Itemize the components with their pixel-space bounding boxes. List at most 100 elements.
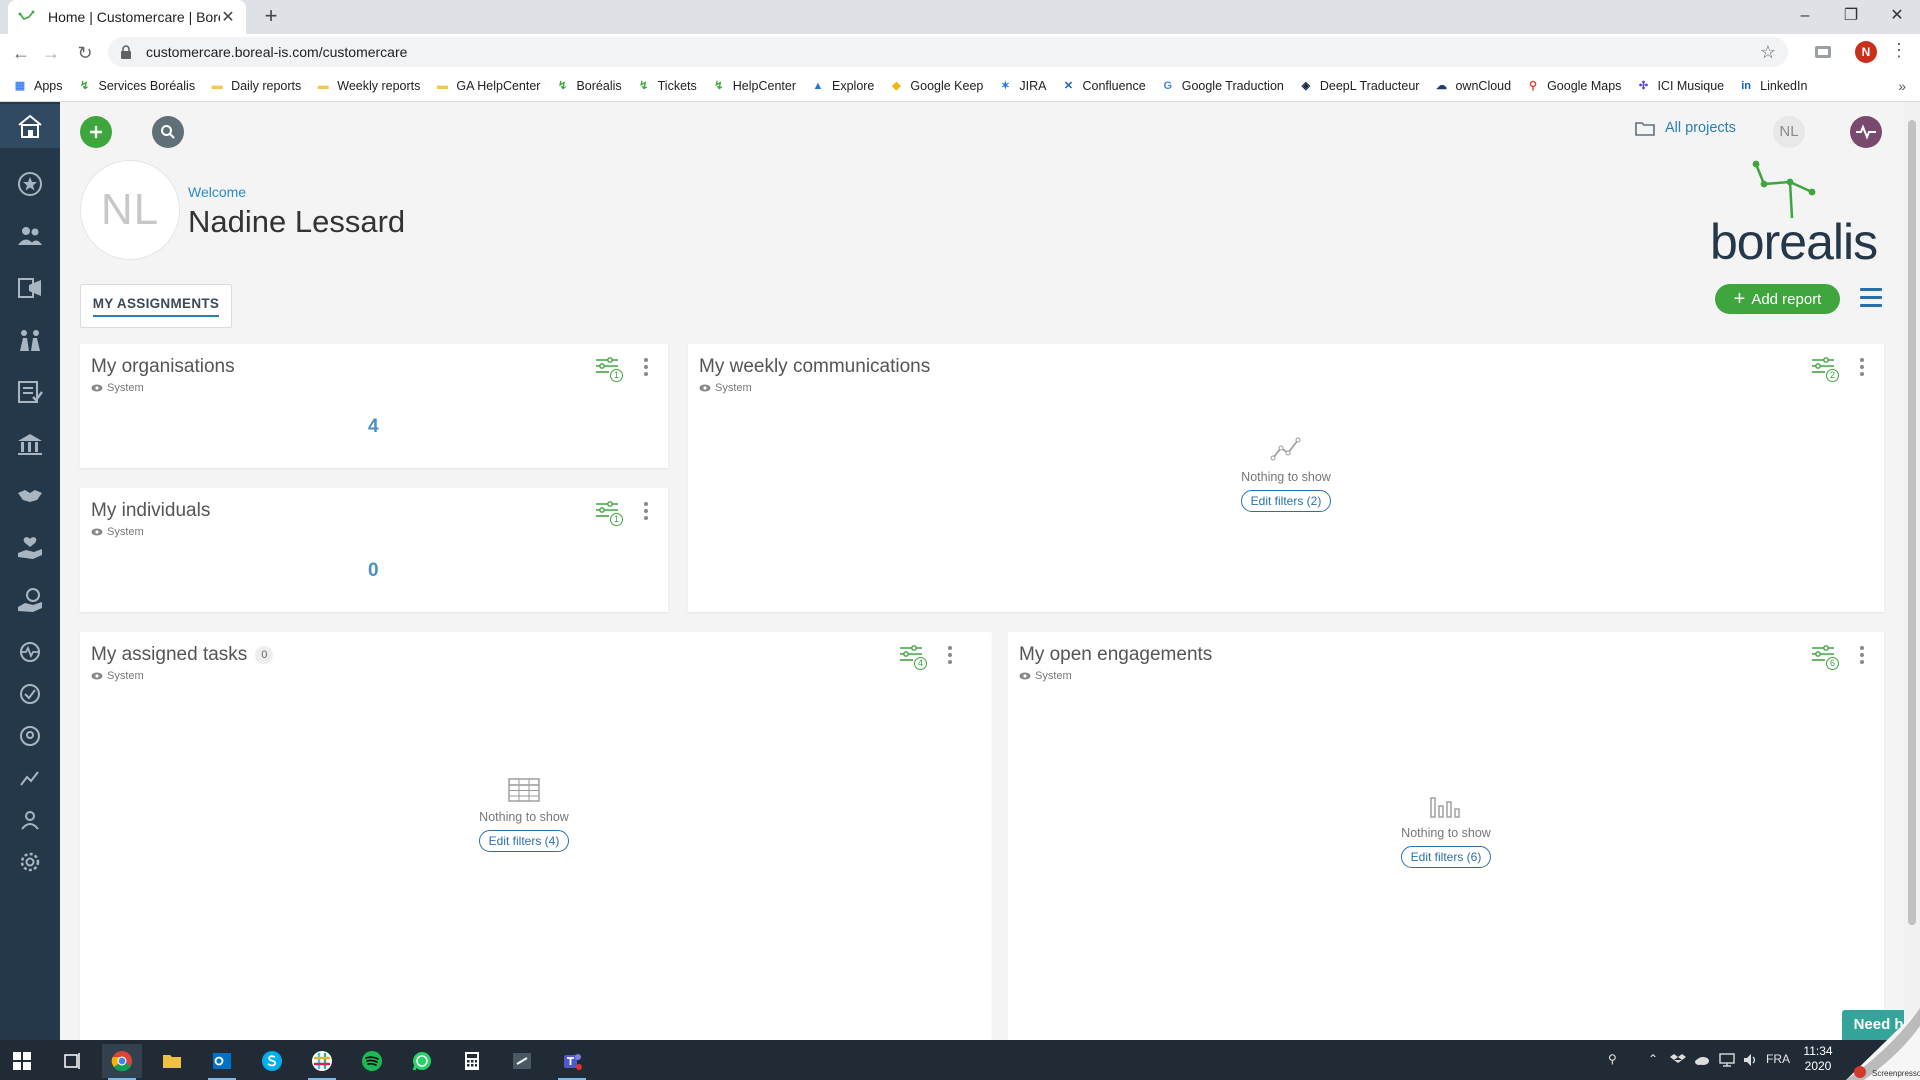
- sidebar-item-communications[interactable]: [0, 266, 60, 310]
- page-scrollbar[interactable]: [1904, 102, 1920, 1040]
- bookmark-item[interactable]: ✕ Confluence: [1060, 78, 1146, 94]
- taskbar-spotify[interactable]: [352, 1044, 392, 1078]
- dropbox-tray-icon[interactable]: [1670, 1052, 1686, 1068]
- sidebar-item-favourites[interactable]: [0, 162, 60, 206]
- onedrive-tray-icon[interactable]: [1694, 1053, 1710, 1067]
- bookmark-item[interactable]: ▬ Daily reports: [209, 78, 302, 94]
- browser-menu-icon[interactable]: ⋮: [1888, 40, 1910, 64]
- card-menu-icon[interactable]: [942, 644, 958, 666]
- filter-button[interactable]: 2: [1811, 356, 1839, 382]
- sidebar-item-individuals[interactable]: [0, 214, 60, 258]
- browser-toolbar: ← → ↻ customercare.boreal-is.com/custome…: [0, 34, 1920, 70]
- tab-my-assignments[interactable]: MY ASSIGNMENTS: [80, 284, 232, 328]
- card-value[interactable]: 4: [368, 416, 379, 438]
- language-indicator[interactable]: FRA: [1766, 1052, 1790, 1066]
- user-menu-avatar[interactable]: NL: [1773, 116, 1805, 148]
- volume-tray-icon[interactable]: [1742, 1052, 1758, 1068]
- sidebar-item-investments[interactable]: [0, 578, 60, 622]
- add-report-button[interactable]: + Add report: [1715, 284, 1840, 314]
- restore-icon[interactable]: ❐: [1828, 0, 1874, 34]
- jira-icon: ✶: [1000, 80, 1010, 92]
- taskbar-calculator[interactable]: [452, 1044, 492, 1078]
- filter-button[interactable]: 6: [1811, 644, 1839, 670]
- address-bar[interactable]: customercare.boreal-is.com/customercare …: [108, 37, 1788, 67]
- sidebar-item-activity[interactable]: [0, 630, 60, 674]
- all-projects-link[interactable]: All projects: [1635, 120, 1736, 136]
- bookmark-item[interactable]: ↯ Boréalis: [554, 78, 622, 94]
- sidebar-item-organisations[interactable]: [0, 422, 60, 466]
- forward-arrow-icon[interactable]: →: [38, 40, 64, 66]
- browser-profile-avatar[interactable]: N: [1855, 41, 1877, 63]
- sidebar-item-grievances[interactable]: [0, 526, 60, 570]
- screenpresso-page-curl-icon[interactable]: Screenpresso: [1846, 1008, 1920, 1080]
- new-tab-button[interactable]: +: [258, 4, 284, 30]
- card-title: My weekly communications: [699, 356, 931, 377]
- show-hidden-icons[interactable]: ⌃: [1648, 1052, 1658, 1066]
- bookmark-item[interactable]: ▬ Weekly reports: [315, 78, 421, 94]
- card-menu-icon[interactable]: [1854, 356, 1870, 378]
- sidebar-item-engagements[interactable]: [0, 474, 60, 518]
- taskbar-slack[interactable]: [302, 1044, 342, 1080]
- search-button[interactable]: [152, 116, 184, 148]
- sidebar-item-home[interactable]: [0, 104, 60, 148]
- task-view-button[interactable]: [52, 1044, 92, 1078]
- quick-add-button[interactable]: [80, 116, 112, 148]
- taskbar-skype[interactable]: [252, 1044, 292, 1078]
- taskbar-file-explorer[interactable]: [152, 1044, 192, 1078]
- reload-icon[interactable]: ↻: [72, 40, 98, 66]
- bookmark-item[interactable]: in LinkedIn: [1738, 78, 1807, 94]
- minimize-icon[interactable]: –: [1782, 0, 1828, 34]
- bookmark-item[interactable]: ▦ Apps: [12, 78, 63, 94]
- bookmark-item[interactable]: ◈ DeepL Traducteur: [1298, 78, 1420, 94]
- card-menu-icon[interactable]: [638, 500, 654, 522]
- bookmark-item[interactable]: ↯ Tickets: [636, 78, 697, 94]
- bookmark-item[interactable]: ◆ Google Keep: [888, 78, 983, 94]
- bookmark-item[interactable]: ✶ JIRA: [997, 78, 1047, 94]
- bookmark-item[interactable]: ✣ ICI Musique: [1635, 78, 1724, 94]
- sidebar-item-user[interactable]: [0, 798, 60, 842]
- sidebar-item-settings[interactable]: [0, 840, 60, 884]
- sidebar-item-tasks[interactable]: [0, 672, 60, 716]
- edit-filters-button[interactable]: Edit filters (6): [1400, 846, 1492, 868]
- card-menu-icon[interactable]: [638, 356, 654, 378]
- window-close-icon[interactable]: ✕: [1874, 0, 1920, 34]
- sidebar-item-map[interactable]: [0, 714, 60, 758]
- empty-message: Nothing to show: [1401, 826, 1491, 840]
- tab-close-icon[interactable]: ✕: [220, 7, 236, 27]
- bookmark-item[interactable]: ↯ Services Boréalis: [77, 78, 195, 94]
- sidebar-item-analytics[interactable]: [0, 756, 60, 800]
- hamburger-menu-icon[interactable]: [1860, 288, 1882, 308]
- activity-feed-button[interactable]: [1850, 116, 1882, 148]
- extension-icon[interactable]: [1812, 42, 1834, 62]
- people-tray-icon[interactable]: ⚲: [1608, 1052, 1617, 1066]
- bookmark-star-icon[interactable]: ☆: [1760, 42, 1776, 63]
- folder-icon: [1635, 122, 1655, 136]
- filter-button[interactable]: 4: [899, 644, 927, 670]
- sidebar-item-stakeholders[interactable]: [0, 318, 60, 362]
- filter-button[interactable]: 1: [595, 356, 623, 382]
- browser-tab[interactable]: Home | Customercare | Boréalis ✕: [8, 0, 246, 34]
- taskbar-outlook[interactable]: [202, 1044, 242, 1080]
- scrollbar-thumb[interactable]: [1908, 120, 1916, 925]
- taskbar-3cx[interactable]: [502, 1044, 542, 1078]
- bookmark-item[interactable]: ▲ Explore: [810, 78, 875, 94]
- bookmark-item[interactable]: ⚲ Google Maps: [1525, 78, 1621, 94]
- bookmarks-overflow-button[interactable]: »: [1898, 78, 1906, 94]
- bookmark-item[interactable]: ▬ GA HelpCenter: [434, 78, 541, 94]
- bookmark-item[interactable]: ☁ ownCloud: [1433, 78, 1511, 94]
- bookmark-item[interactable]: ↯ HelpCenter: [711, 78, 796, 94]
- card-value[interactable]: 0: [368, 560, 379, 582]
- filter-button[interactable]: 1: [595, 500, 623, 526]
- edit-filters-button[interactable]: Edit filters (4): [478, 830, 570, 852]
- edit-filters-button[interactable]: Edit filters (2): [1240, 490, 1332, 512]
- sidebar-item-reports[interactable]: [0, 370, 60, 414]
- back-arrow-icon[interactable]: ←: [8, 40, 34, 66]
- system-clock[interactable]: 11:34 2020: [1790, 1044, 1846, 1074]
- start-button[interactable]: [2, 1044, 42, 1078]
- network-tray-icon[interactable]: [1718, 1052, 1736, 1068]
- taskbar-whatsapp[interactable]: [402, 1044, 442, 1078]
- taskbar-teams[interactable]: [552, 1044, 592, 1080]
- bookmark-item[interactable]: G Google Traduction: [1160, 78, 1283, 94]
- card-menu-icon[interactable]: [1854, 644, 1870, 666]
- taskbar-chrome[interactable]: [102, 1044, 142, 1080]
